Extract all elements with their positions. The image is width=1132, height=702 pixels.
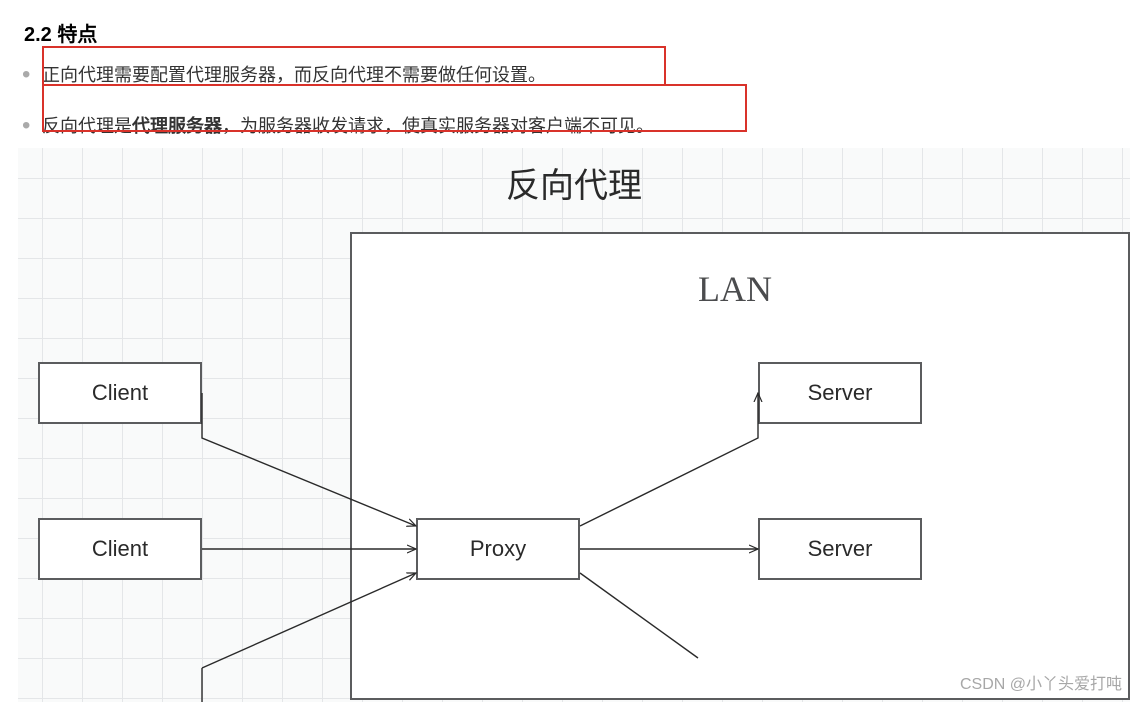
feature-item-1: 正向代理需要配置代理服务器，而反向代理不需要做任何设置。	[14, 61, 1132, 90]
feature-text-1: 正向代理需要配置代理服务器，而反向代理不需要做任何设置。	[42, 65, 546, 85]
client-node-1: Client	[38, 362, 202, 424]
feature-text-2-suffix: ，为服务器收发请求，使真实服务器对客户端不可见。	[222, 116, 654, 136]
feature-text-2-prefix: 反向代理是	[42, 116, 132, 136]
feature-item-2: 反向代理是代理服务器，为服务器收发请求，使真实服务器对客户端不可见。	[14, 112, 1132, 141]
features-list: 正向代理需要配置代理服务器，而反向代理不需要做任何设置。 反向代理是代理服务器，…	[0, 47, 1132, 141]
client-node-2-label: Client	[92, 536, 148, 562]
diagram-title: 反向代理	[506, 158, 642, 207]
server-node-2: Server	[758, 518, 922, 580]
client-node-1-label: Client	[92, 380, 148, 406]
server-node-1-label: Server	[808, 380, 873, 406]
section-heading: 2.2 特点	[0, 0, 1132, 47]
proxy-node: Proxy	[416, 518, 580, 580]
watermark: CSDN @小丫头爱打吨	[960, 670, 1122, 694]
server-node-2-label: Server	[808, 536, 873, 562]
reverse-proxy-diagram: 反向代理 LAN Client Client Proxy Server Serv…	[18, 148, 1130, 702]
proxy-node-label: Proxy	[470, 536, 526, 562]
feature-text-2-bold: 代理服务器	[132, 116, 222, 136]
lan-label: LAN	[698, 268, 772, 310]
server-node-1: Server	[758, 362, 922, 424]
client-node-2: Client	[38, 518, 202, 580]
